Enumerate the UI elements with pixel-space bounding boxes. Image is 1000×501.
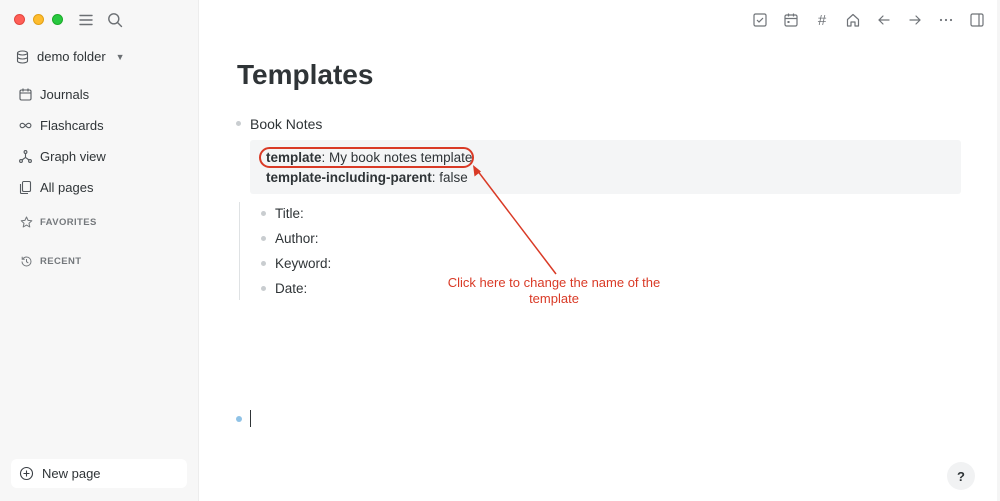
recent-section[interactable]: RECENT	[20, 255, 81, 268]
folder-name: demo folder	[37, 49, 106, 64]
database-icon	[16, 49, 29, 64]
hashtag-glyph: #	[817, 11, 827, 29]
page-title[interactable]: Templates	[237, 59, 373, 91]
child-bullet[interactable]	[261, 261, 266, 266]
child-block-date[interactable]: Date:	[275, 281, 307, 296]
child-bullet[interactable]	[261, 286, 266, 291]
star-icon	[20, 216, 33, 228]
child-bullet[interactable]	[261, 236, 266, 241]
graph-icon	[19, 150, 32, 163]
property-value: false	[439, 170, 468, 185]
property-key: template-including-parent	[266, 170, 432, 185]
editing-block-bullet[interactable]	[236, 416, 242, 422]
child-bullet[interactable]	[261, 211, 266, 216]
sidebar-item-label: Journals	[40, 87, 90, 102]
sidebar-item-label: Flashcards	[40, 118, 104, 133]
children-thread-line	[239, 202, 240, 300]
pages-icon	[19, 180, 32, 195]
child-block-author[interactable]: Author:	[275, 231, 319, 246]
hashtag-icon[interactable]: #	[813, 11, 831, 29]
folder-switcher[interactable]: demo folder ▼	[16, 49, 125, 64]
search-icon[interactable]	[106, 11, 124, 29]
plus-circle-icon	[19, 466, 34, 481]
more-icon[interactable]	[937, 11, 955, 29]
history-icon	[21, 256, 32, 267]
close-window-button[interactable]	[14, 14, 25, 25]
sidebar-item-label: Graph view	[40, 149, 106, 164]
child-block-keyword[interactable]: Keyword:	[275, 256, 331, 271]
minimize-window-button[interactable]	[33, 14, 44, 25]
sidebar-toggle-icon[interactable]	[968, 11, 986, 29]
child-block-title[interactable]: Title:	[275, 206, 304, 221]
annotation-line-1: Click here to change the name of the	[447, 275, 661, 290]
new-page-button[interactable]: New page	[11, 459, 187, 488]
left-sidebar: demo folder ▼ Journals Flashcards Graph …	[0, 0, 199, 501]
favorites-label: FAVORITES	[40, 217, 97, 228]
help-button[interactable]: ?	[947, 462, 975, 490]
sidebar-item-journals[interactable]: Journals	[18, 79, 106, 110]
annotation-line-2: template	[529, 291, 579, 306]
text-cursor	[250, 410, 251, 427]
recent-label: RECENT	[40, 256, 82, 267]
sidebar-item-all-pages[interactable]: All pages	[18, 172, 106, 203]
home-icon[interactable]	[844, 11, 862, 29]
calendar-icon	[19, 88, 32, 101]
menu-icon[interactable]	[77, 11, 95, 29]
top-toolbar: #	[751, 11, 986, 29]
favorites-section[interactable]: FAVORITES	[20, 216, 97, 229]
sidebar-item-graph-view[interactable]: Graph view	[18, 141, 106, 172]
maximize-window-button[interactable]	[52, 14, 63, 25]
annotation-highlight-circle	[259, 147, 474, 168]
calendar-icon[interactable]	[782, 11, 800, 29]
sidebar-nav: Journals Flashcards Graph view All pages	[18, 79, 106, 203]
new-page-label: New page	[42, 466, 101, 481]
chevron-down-icon: ▼	[115, 51, 125, 62]
infinity-icon	[19, 122, 32, 129]
window-controls	[14, 14, 63, 25]
block-bullet[interactable]	[236, 121, 241, 126]
arrow-right-icon[interactable]	[906, 11, 924, 29]
block-text-book-notes[interactable]: Book Notes	[250, 116, 322, 132]
property-template-including-parent[interactable]: template-including-parent: false	[266, 170, 468, 185]
sidebar-item-label: All pages	[40, 180, 94, 195]
checkbox-icon[interactable]	[751, 11, 769, 29]
arrow-left-icon[interactable]	[875, 11, 893, 29]
annotation-text: Click here to change the name of the tem…	[434, 275, 674, 307]
sidebar-item-flashcards[interactable]: Flashcards	[18, 110, 106, 141]
